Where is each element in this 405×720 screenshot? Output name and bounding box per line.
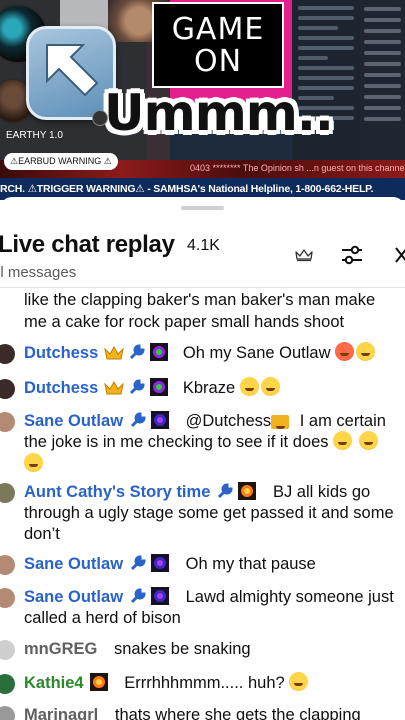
ticker-red-text: 0403 ******** The Opinion sh ...n guest …: [190, 163, 405, 173]
author-name[interactable]: Aunt Cathy's Story time: [24, 483, 210, 501]
author-name[interactable]: Sane Outlaw: [24, 555, 123, 573]
ticker-blue-text: RCH. ⚠TRIGGER WARNING⚠ - SAMHSA's Nation…: [0, 183, 374, 195]
viewer-count: 4.1K: [187, 237, 220, 254]
overlay-title: GAME ON: [171, 12, 265, 79]
message-text: like the clapping baker's man baker's ma…: [24, 291, 376, 309]
message-text: Oh my Sane Outlaw: [182, 344, 331, 362]
wrench-icon: [129, 554, 147, 578]
panel-title: Live chat replay: [0, 231, 175, 258]
message-text: snakes be snaking: [113, 640, 251, 658]
up-left-arrow-icon: [26, 26, 116, 120]
drag-handle[interactable]: [181, 206, 224, 210]
laughing-emoji-icon: [260, 377, 280, 396]
close-icon[interactable]: [393, 246, 405, 269]
reaction-caption: Ummm..: [104, 84, 334, 142]
author-name[interactable]: Sane Outlaw: [24, 588, 123, 606]
crown-badge-icon: [104, 380, 125, 402]
header-divider: [0, 287, 405, 288]
message-text: Oh my that pause: [185, 555, 316, 573]
author-name[interactable]: mnGREG: [24, 640, 97, 658]
message-text: I am certain: [299, 412, 386, 430]
message-text: me a cake for rock paper small hands sho…: [24, 313, 345, 331]
author-name[interactable]: Sane Outlaw: [24, 412, 123, 430]
message-text: BJ all kids go: [272, 483, 371, 501]
laughing-emoji-icon: [358, 431, 378, 450]
wrench-icon: [128, 378, 146, 402]
filter-icon[interactable]: [340, 245, 364, 270]
crown-emoji-icon: [271, 415, 290, 429]
orb-badge-icon: [89, 673, 108, 697]
author-name[interactable]: Dutchess: [24, 379, 98, 397]
message-text: @Dutchess: [185, 412, 272, 430]
orb-badge-icon: [151, 554, 170, 578]
crown-icon[interactable]: [295, 248, 313, 267]
message-text: Kbraze: [182, 379, 236, 397]
author-name[interactable]: Marinagrl: [24, 706, 98, 720]
message-text: the joke is in me checking to see if it …: [24, 433, 329, 451]
wrench-icon: [128, 343, 146, 367]
laughing-emoji-icon: [356, 342, 376, 361]
earbud-warning: ⚠EARBUD WARNING ⚠: [4, 153, 118, 170]
chat-filter-label[interactable]: ll messages: [0, 264, 76, 281]
video-player[interactable]: GAME ON Ummm.. EARTHY 1.0 0403 ******** …: [0, 0, 405, 200]
message-text: Errrhhhmmm..... huh?: [124, 674, 285, 692]
streamer-name: EARTHY 1.0: [6, 130, 63, 141]
stream-chat-column: [360, 0, 405, 160]
thinking-emoji-icon: [289, 672, 309, 691]
pause-icon: [92, 110, 108, 126]
author-name[interactable]: Kathie4: [24, 674, 84, 692]
orb-badge-icon: [150, 378, 169, 402]
message-text: Lawd almighty someone just: [185, 588, 394, 606]
message-text: thats where she gets the clapping: [114, 706, 361, 720]
laughing-emoji-icon: [24, 453, 43, 472]
message-text: don’t: [24, 525, 60, 543]
laughing-emoji-icon: [239, 377, 259, 396]
author-name[interactable]: Dutchess: [24, 344, 98, 362]
message-text: through a ugly stage some get passed it …: [24, 504, 394, 522]
face-emoji-icon: [335, 342, 355, 361]
laughing-emoji-icon: [333, 431, 353, 450]
orb-badge-icon: [150, 343, 169, 367]
message-text: called a herd of bison: [24, 609, 181, 627]
crown-badge-icon: [104, 345, 125, 367]
